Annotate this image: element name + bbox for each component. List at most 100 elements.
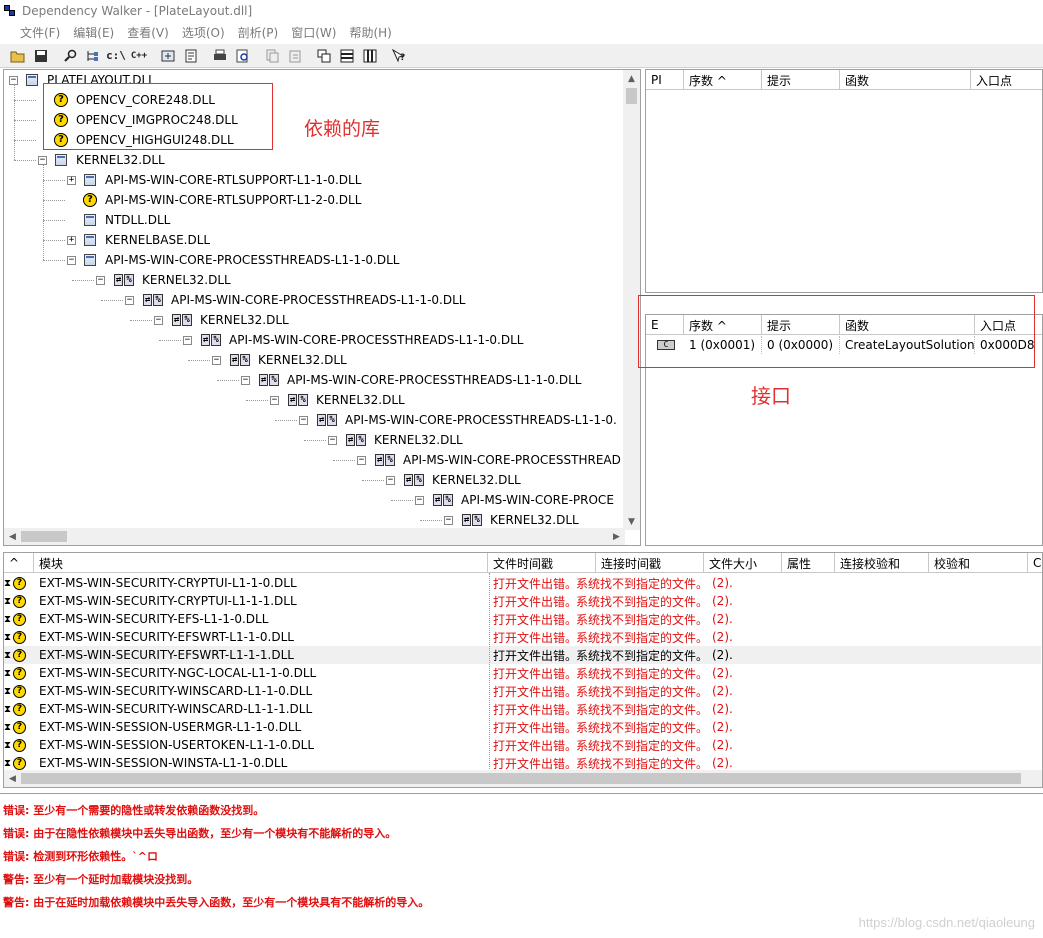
- collapse-icon[interactable]: −: [386, 475, 395, 485]
- tree-node[interactable]: ? API-MS-WIN-CORE-RTLSUPPORT-L1-2-0.DLL: [67, 190, 361, 210]
- log-pane[interactable]: 错误: 至少有一个需要的隐性或转发依赖函数没找到。 错误: 由于在隐性依赖模块中…: [0, 793, 1043, 938]
- column-header[interactable]: 入口点: [971, 70, 1042, 90]
- tree-horizontal-scrollbar[interactable]: ◀ ▶: [4, 528, 625, 545]
- tree-node[interactable]: − ⇄% KERNEL32.DLL: [444, 510, 579, 530]
- expand-icon[interactable]: +: [67, 235, 76, 245]
- hourglass-icon: ⧗: [4, 649, 12, 661]
- properties-icon[interactable]: [180, 46, 202, 66]
- hourglass-icon: ⧗: [4, 685, 12, 697]
- open-icon[interactable]: [7, 46, 29, 66]
- scroll-up-icon[interactable]: ▲: [623, 70, 640, 87]
- menu-profile[interactable]: 剖析(P): [238, 24, 279, 41]
- search-icon[interactable]: [59, 46, 81, 66]
- module-row[interactable]: ⧗? EXT-MS-WIN-SECURITY-EFSWRT-L1-1-0.DLL 打…: [4, 628, 1041, 646]
- tree-icon[interactable]: [82, 46, 104, 66]
- module-row[interactable]: ⧗? EXT-MS-WIN-SECURITY-WINSCARD-L1-1-0.DL…: [4, 682, 1041, 700]
- tree-node[interactable]: − ⇄% API-MS-WIN-CORE-PROCESSTHREADS-L1-1-0…: [125, 290, 465, 310]
- collapse-icon[interactable]: −: [183, 335, 192, 345]
- column-header[interactable]: ^: [4, 553, 34, 573]
- module-row[interactable]: ⧗? EXT-MS-WIN-SECURITY-NGC-LOCAL-L1-1-0.D…: [4, 664, 1041, 682]
- collapse-icon[interactable]: −: [444, 515, 453, 525]
- tree-node[interactable]: NTDLL.DLL: [67, 210, 170, 230]
- column-header[interactable]: 函数: [840, 70, 971, 90]
- tree-node[interactable]: − ⇄% API-MS-WIN-CORE-PROCESSTHREADS-L1-1-0…: [183, 330, 523, 350]
- parent-imports-pane[interactable]: PI 序数 ^ 提示 函数 入口点: [645, 69, 1043, 293]
- column-header[interactable]: 连接时间戳: [596, 553, 704, 573]
- menu-window[interactable]: 窗口(W): [291, 24, 336, 41]
- column-header[interactable]: PI: [646, 70, 684, 90]
- column-header[interactable]: 属性: [782, 553, 835, 573]
- column-header[interactable]: 连接校验和: [835, 553, 929, 573]
- menu-edit[interactable]: 编辑(E): [73, 24, 114, 41]
- collapse-icon[interactable]: −: [9, 75, 18, 85]
- split-v-icon[interactable]: [359, 46, 381, 66]
- tree-node[interactable]: − ⇄% KERNEL32.DLL: [386, 470, 521, 490]
- cpp-icon[interactable]: C++: [128, 46, 150, 66]
- collapse-icon[interactable]: −: [154, 315, 163, 325]
- tree-node[interactable]: − ⇄% KERNEL32.DLL: [212, 350, 347, 370]
- save-icon[interactable]: [30, 46, 52, 66]
- tree-node[interactable]: + KERNELBASE.DLL: [67, 230, 210, 250]
- tree-node[interactable]: − ⇄% KERNEL32.DLL: [270, 390, 405, 410]
- menu-file[interactable]: 文件(F): [20, 24, 60, 41]
- tree-node[interactable]: − ⇄% KERNEL32.DLL: [154, 310, 289, 330]
- tree-node[interactable]: − ⇄% API-MS-WIN-CORE-PROCESSTHREAD: [357, 450, 621, 470]
- column-header[interactable]: 文件时间戳: [488, 553, 596, 573]
- tree-node[interactable]: − ⇄% API-MS-WIN-CORE-PROCESSTHREADS-L1-1-0…: [299, 410, 617, 430]
- collapse-icon[interactable]: −: [38, 155, 47, 165]
- tree-node[interactable]: − ⇄% API-MS-WIN-CORE-PROCE: [415, 490, 614, 510]
- tile-icon[interactable]: [313, 46, 335, 66]
- collapse-icon[interactable]: −: [212, 355, 221, 365]
- scroll-thumb[interactable]: [21, 773, 1021, 784]
- module-row[interactable]: ⧗? EXT-MS-WIN-SESSION-USERTOKEN-L1-1-0.DL…: [4, 736, 1041, 754]
- c-path-icon[interactable]: c:\: [105, 46, 127, 66]
- scroll-thumb[interactable]: [21, 531, 67, 542]
- collapse-icon[interactable]: −: [299, 415, 308, 425]
- help-icon[interactable]: ?: [388, 46, 410, 66]
- menu-help[interactable]: 帮助(H): [349, 24, 391, 41]
- expand-icon[interactable]: +: [67, 175, 76, 185]
- module-list-pane[interactable]: ^模块文件时间戳连接时间戳文件大小属性连接校验和校验和CPU ⧗? EXT-MS-…: [3, 552, 1043, 788]
- module-row[interactable]: ⧗? EXT-MS-WIN-SECURITY-CRYPTUI-L1-1-1.DLL…: [4, 592, 1041, 610]
- tree-node[interactable]: + API-MS-WIN-CORE-RTLSUPPORT-L1-1-0.DLL: [67, 170, 361, 190]
- collapse-icon[interactable]: −: [125, 295, 134, 305]
- copy-icon[interactable]: [261, 46, 283, 66]
- expand-icon[interactable]: [157, 46, 179, 66]
- scroll-left-icon[interactable]: ◀: [4, 528, 21, 545]
- collapse-icon[interactable]: −: [328, 435, 337, 445]
- tree-node[interactable]: − KERNEL32.DLL: [38, 150, 165, 170]
- tree-node[interactable]: − ⇄% API-MS-WIN-CORE-PROCESSTHREADS-L1-1-0…: [241, 370, 581, 390]
- scroll-right-icon[interactable]: ▶: [608, 528, 625, 545]
- collapse-icon[interactable]: −: [96, 275, 105, 285]
- collapse-icon[interactable]: −: [270, 395, 279, 405]
- modules-horizontal-scrollbar[interactable]: ◀: [4, 770, 1042, 787]
- column-header[interactable]: 模块: [34, 553, 488, 573]
- menu-options[interactable]: 选项(O): [182, 24, 225, 41]
- collapse-icon[interactable]: −: [415, 495, 424, 505]
- column-header[interactable]: 文件大小: [704, 553, 782, 573]
- scroll-left-icon[interactable]: ◀: [4, 770, 21, 787]
- module-row[interactable]: ⧗? EXT-MS-WIN-SECURITY-CRYPTUI-L1-1-0.DLL…: [4, 574, 1041, 592]
- tree-node[interactable]: − API-MS-WIN-CORE-PROCESSTHREADS-L1-1-0.D…: [67, 250, 399, 270]
- dll-icon: [83, 213, 97, 227]
- split-h-icon[interactable]: [336, 46, 358, 66]
- collapse-icon[interactable]: −: [357, 455, 366, 465]
- scroll-down-icon[interactable]: ▼: [623, 513, 640, 530]
- collapse-icon[interactable]: −: [67, 255, 76, 265]
- paste-icon[interactable]: [284, 46, 306, 66]
- find-icon[interactable]: [232, 46, 254, 66]
- scroll-thumb[interactable]: [626, 88, 637, 104]
- column-header[interactable]: 校验和: [929, 553, 1028, 573]
- collapse-icon[interactable]: −: [241, 375, 250, 385]
- module-row[interactable]: ⧗? EXT-MS-WIN-SECURITY-WINSCARD-L1-1-1.DL…: [4, 700, 1041, 718]
- column-header[interactable]: 序数 ^: [684, 70, 762, 90]
- column-header[interactable]: 提示: [762, 70, 840, 90]
- module-row[interactable]: ⧗? EXT-MS-WIN-SESSION-USERMGR-L1-1-0.DLL 打…: [4, 718, 1041, 736]
- print-icon[interactable]: [209, 46, 231, 66]
- column-header[interactable]: CPU: [1028, 553, 1042, 573]
- module-row[interactable]: ⧗? EXT-MS-WIN-SECURITY-EFS-L1-1-0.DLL 打开文件…: [4, 610, 1041, 628]
- tree-node[interactable]: − ⇄% KERNEL32.DLL: [96, 270, 231, 290]
- menu-view[interactable]: 查看(V): [127, 24, 169, 41]
- tree-node[interactable]: − ⇄% KERNEL32.DLL: [328, 430, 463, 450]
- module-row[interactable]: ⧗? EXT-MS-WIN-SECURITY-EFSWRT-L1-1-1.DLL 打…: [4, 646, 1041, 664]
